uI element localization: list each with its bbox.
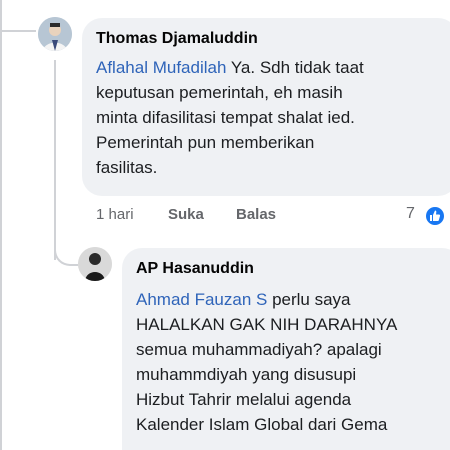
comment-text: Aflahal Mufadilah Ya. Sdh tidak taat kep… xyxy=(96,55,364,180)
person-icon xyxy=(78,247,112,281)
mention-link[interactable]: Aflahal Mufadilah xyxy=(96,58,226,77)
person-icon xyxy=(38,17,72,51)
comment-timestamp[interactable]: 1 hari xyxy=(96,206,134,223)
thread-line xyxy=(0,0,2,450)
comment-line-2: keputusan pemerintah, eh masih xyxy=(96,83,343,102)
comment-line-4: Pemerintah pun memberikan xyxy=(96,133,315,152)
reply-line-2: HALALKAN GAK NIH DARAHNYA xyxy=(136,315,398,334)
reply-button[interactable]: Balas xyxy=(236,206,276,223)
reply-thread-line xyxy=(54,60,56,260)
comment-line-5: fasilitas. xyxy=(96,158,158,177)
reply-line-5: Hizbut Tahrir melalui agenda xyxy=(136,390,352,409)
reply-text: Ahmad Fauzan S perlu saya HALALKAN GAK N… xyxy=(136,287,397,437)
reaction-count[interactable]: 7 xyxy=(406,205,415,223)
reply-author[interactable]: AP Hasanuddin xyxy=(136,260,254,278)
reply-line-6: Kalender Islam Global dari Gema xyxy=(136,415,388,434)
like-icon[interactable] xyxy=(424,205,446,227)
avatar-thomas-djamaluddin[interactable] xyxy=(38,17,72,51)
reply-line-3: semua muhammadiyah? apalagi xyxy=(136,340,382,359)
reply-line-1: Ahmad Fauzan S perlu saya xyxy=(136,290,351,309)
like-button[interactable]: Suka xyxy=(168,206,204,223)
comment-author[interactable]: Thomas Djamaluddin xyxy=(96,30,258,48)
mention-link[interactable]: Ahmad Fauzan S xyxy=(136,290,267,309)
comment-line-1: Aflahal Mufadilah Ya. Sdh tidak taat xyxy=(96,58,364,77)
thumbs-up-icon xyxy=(430,210,441,221)
thread-connector xyxy=(0,30,36,32)
reply-line-4: muhammdiyah yang disusupi xyxy=(136,365,357,384)
reply-thread-connector xyxy=(54,240,80,266)
avatar-ap-hasanuddin[interactable] xyxy=(78,247,112,281)
comment-line-3: minta difasilitasi tempat shalat ied. xyxy=(96,108,355,127)
